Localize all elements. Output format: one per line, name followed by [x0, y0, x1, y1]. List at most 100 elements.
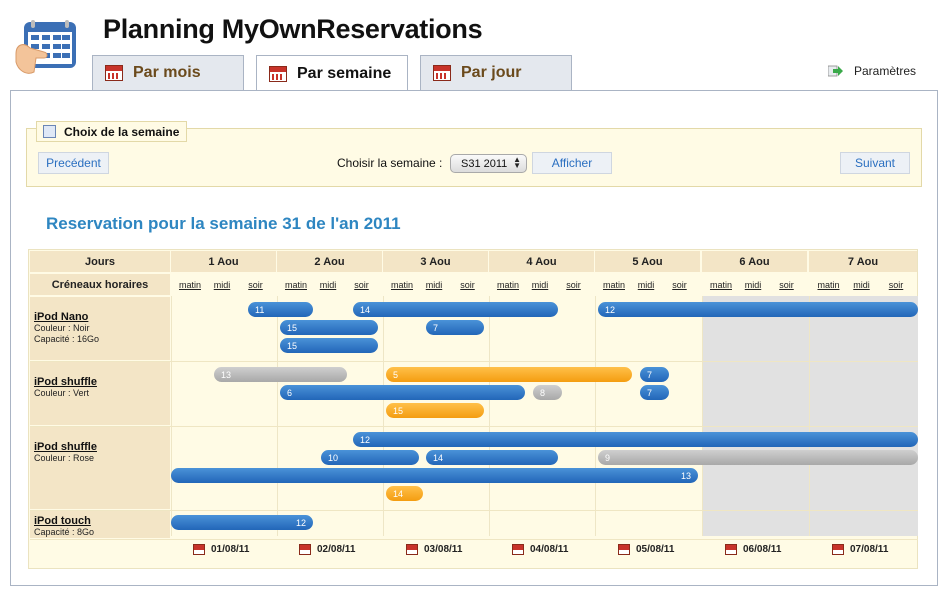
day-divider: [595, 296, 596, 536]
footer-date-link[interactable]: 04/08/11: [512, 544, 568, 555]
tab-label: Par semaine: [297, 64, 392, 82]
slot-header[interactable]: soir: [766, 274, 807, 295]
reservation-label: 5: [393, 369, 399, 380]
footer-date-link[interactable]: 02/08/11: [299, 544, 355, 555]
reservation-bar[interactable]: 13: [214, 367, 347, 382]
previous-week-button[interactable]: Precédent: [38, 152, 109, 174]
reservation-bar[interactable]: 7: [640, 385, 669, 400]
footer-date: 02/08/11: [317, 544, 356, 555]
slot-header[interactable]: matin: [277, 274, 315, 295]
resource-detail: Capacité : 8Go: [34, 527, 95, 537]
resource-label: iPod shuffle Couleur : Vert: [30, 362, 170, 425]
slot-header[interactable]: soir: [553, 274, 594, 295]
reservation-bar[interactable]: 14: [386, 486, 423, 501]
footer-date-link[interactable]: 06/08/11: [725, 544, 781, 555]
slot-header[interactable]: soir: [875, 274, 917, 295]
resource-name[interactable]: iPod touch: [34, 515, 170, 527]
weekend-shading: [702, 296, 918, 536]
reservation-label: 14: [433, 452, 444, 463]
footer-date-link[interactable]: 05/08/11: [618, 544, 674, 555]
reservation-bar[interactable]: 7: [640, 367, 669, 382]
reservation-bar[interactable]: 13: [171, 468, 698, 483]
reservation-bar[interactable]: 15: [280, 338, 378, 353]
reservation-label: 7: [647, 369, 653, 380]
reservation-label: 11: [255, 304, 265, 315]
reservation-label: 15: [287, 322, 298, 333]
footer-date: 06/08/11: [743, 544, 782, 555]
reservation-bar[interactable]: 5: [386, 367, 632, 382]
slot-header[interactable]: soir: [659, 274, 700, 295]
reservation-bar[interactable]: 14: [426, 450, 558, 465]
tab-par-semaine[interactable]: Par semaine: [256, 55, 408, 91]
reservation-bar[interactable]: 12: [353, 432, 918, 447]
day-divider: [383, 296, 384, 536]
next-week-button[interactable]: Suivant: [840, 152, 910, 174]
slot-header[interactable]: soir: [341, 274, 382, 295]
slot-header[interactable]: matin: [595, 274, 633, 295]
reservation-label: 6: [287, 387, 293, 398]
slot-header[interactable]: soir: [235, 274, 276, 295]
footer-date: 05/08/11: [636, 544, 675, 555]
slot-header[interactable]: matin: [383, 274, 421, 295]
show-week-button[interactable]: Afficher: [532, 152, 612, 174]
reservation-bar[interactable]: 9: [598, 450, 918, 465]
calendar-small-icon: [43, 125, 56, 138]
tab-par-jour[interactable]: Par jour: [420, 55, 572, 90]
reservation-bar[interactable]: 6: [280, 385, 525, 400]
week-heading: Reservation pour la semaine 31 de l'an 2…: [46, 214, 401, 233]
slot-header[interactable]: matin: [171, 274, 209, 295]
slot-header[interactable]: midi: [528, 274, 552, 295]
resource-label: iPod touch Capacité : 8Go: [30, 511, 170, 538]
slot-header[interactable]: midi: [849, 274, 874, 295]
reservation-label: 13: [680, 470, 691, 481]
footer-date: 03/08/11: [424, 544, 463, 555]
slot-header[interactable]: matin: [702, 274, 740, 295]
reservation-bar[interactable]: 12: [598, 302, 918, 317]
calendar-icon: [299, 544, 311, 555]
footer-date-link[interactable]: 07/08/11: [832, 544, 888, 555]
resource-name[interactable]: iPod shuffle: [34, 376, 170, 388]
tab-label: Par jour: [461, 64, 522, 81]
day-header: 7 Aou: [809, 251, 917, 272]
reservation-bar[interactable]: 15: [386, 403, 484, 418]
footer-date-link[interactable]: 03/08/11: [406, 544, 462, 555]
day-divider: [277, 296, 278, 536]
slot-header[interactable]: midi: [741, 274, 765, 295]
reservation-bar[interactable]: 8: [533, 385, 562, 400]
slot-header[interactable]: midi: [316, 274, 340, 295]
reservation-label: 14: [393, 488, 404, 499]
reservation-bar[interactable]: 10: [321, 450, 419, 465]
week-chooser-legend: Choix de la semaine: [36, 121, 188, 142]
calendar-icon: [105, 65, 123, 81]
calendar-icon: [193, 544, 205, 555]
resource-name[interactable]: iPod Nano: [34, 311, 170, 323]
reservation-label: 12: [605, 304, 616, 315]
reservation-bar[interactable]: 7: [426, 320, 484, 335]
reservation-bar[interactable]: 11: [248, 302, 313, 317]
reservation-bar[interactable]: 15: [280, 320, 378, 335]
parametres-link[interactable]: Paramètres: [828, 64, 916, 78]
choose-week-label: Choisir la semaine :: [337, 156, 443, 170]
day-divider: [702, 296, 703, 536]
tab-label: Par mois: [133, 64, 201, 81]
slot-header[interactable]: midi: [422, 274, 446, 295]
day-divider: [489, 296, 490, 536]
resource-detail: Couleur : Noir: [34, 323, 90, 333]
reservation-bar[interactable]: 12: [171, 515, 313, 530]
footer-date: 07/08/11: [850, 544, 889, 555]
slot-header[interactable]: midi: [210, 274, 234, 295]
resource-name[interactable]: iPod shuffle: [34, 441, 170, 453]
footer-date: 04/08/11: [530, 544, 569, 555]
week-select-value: S31 2011: [461, 157, 508, 170]
footer-date-link[interactable]: 01/08/11: [193, 544, 249, 555]
slot-header[interactable]: matin: [809, 274, 848, 295]
slot-header[interactable]: soir: [447, 274, 488, 295]
day-divider: [809, 296, 810, 536]
slot-header[interactable]: midi: [634, 274, 658, 295]
calendar-icon: [512, 544, 524, 555]
slot-header[interactable]: matin: [489, 274, 527, 295]
day-header: 5 Aou: [595, 251, 700, 272]
tab-par-mois[interactable]: Par mois: [92, 55, 244, 90]
reservation-bar[interactable]: 14: [353, 302, 558, 317]
week-select[interactable]: S31 2011 ▲ ▼: [450, 154, 527, 173]
